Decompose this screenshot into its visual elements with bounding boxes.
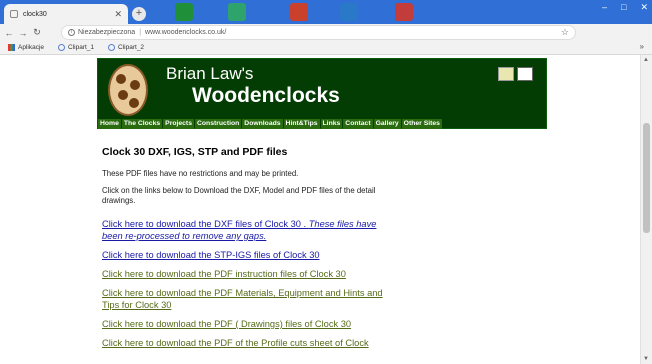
bookmark-clipart-2[interactable]: Clipart_2: [108, 44, 144, 51]
minimize-button[interactable]: –: [602, 2, 607, 13]
nav-home[interactable]: Home: [98, 119, 121, 129]
nav-hints-tips[interactable]: Hint&Tips: [283, 119, 320, 129]
download-pdf-instructions-link[interactable]: Click here to download the PDF instructi…: [102, 268, 392, 280]
maximize-button[interactable]: □: [621, 2, 626, 13]
tab-close-icon[interactable]: ✕: [114, 9, 122, 20]
nav-gallery[interactable]: Gallery: [373, 119, 401, 129]
nav-projects[interactable]: Projects: [163, 119, 194, 129]
info-icon[interactable]: i: [68, 29, 75, 36]
browser-tab[interactable]: clock30 ✕: [4, 4, 128, 24]
reload-icon[interactable]: ↻: [32, 27, 42, 38]
download-stp-igs-link[interactable]: Click here to download the STP-IGS files…: [102, 249, 392, 261]
main-content: Clock 30 DXF, IGS, STP and PDF files The…: [102, 146, 392, 356]
nav-contact[interactable]: Contact: [343, 119, 373, 129]
scroll-down-icon[interactable]: ▼: [643, 356, 649, 362]
tab-title: clock30: [23, 10, 47, 18]
bookmark-icon: [108, 44, 116, 51]
scroll-up-icon[interactable]: ▲: [643, 57, 649, 63]
bookmark-icon: [58, 44, 66, 51]
background-app-icon: [228, 3, 246, 21]
browser-toolbar: ← → ↻ i Niezabezpieczona | www.woodenclo…: [0, 24, 652, 62]
bookmark-star-icon[interactable]: ☆: [561, 27, 569, 38]
url-text[interactable]: www.woodenclocks.co.uk/: [145, 29, 226, 36]
instructions-paragraph: Click on the links below to Download the…: [102, 186, 376, 205]
page-heading: Clock 30 DXF, IGS, STP and PDF files: [102, 146, 288, 158]
nav-links[interactable]: Links: [320, 119, 343, 129]
download-pdf-drawings-link[interactable]: Click here to download the PDF ( Drawing…: [102, 318, 392, 330]
site-nav: Home The Clocks Projects Construction Do…: [98, 119, 443, 129]
nav-the-clocks[interactable]: The Clocks: [121, 119, 163, 129]
forward-icon[interactable]: →: [18, 28, 28, 38]
site-banner: Brian Law's Woodenclocks Home The Clocks…: [97, 58, 547, 129]
page-viewport: Brian Law's Woodenclocks Home The Clocks…: [0, 55, 640, 364]
nav-construction[interactable]: Construction: [194, 119, 242, 129]
close-window-button[interactable]: ✕: [640, 2, 648, 13]
vertical-scrollbar[interactable]: ▲ ▼: [640, 55, 652, 364]
background-app-icon: [290, 3, 308, 21]
bookmark-clipart-1[interactable]: Clipart_1: [58, 44, 94, 51]
security-label: Niezabezpieczona: [78, 29, 136, 36]
bookmarks-bar: Aplikacje Clipart_1 Clipart_2 »: [0, 41, 652, 55]
nav-other-sites[interactable]: Other Sites: [401, 119, 442, 129]
wooden-clock-logo: [108, 64, 148, 116]
page-favicon-icon: [10, 10, 18, 18]
site-brand-line1: Brian Law's: [166, 64, 254, 83]
background-app-icon: [395, 3, 413, 21]
print-icon[interactable]: [517, 67, 533, 81]
nav-downloads[interactable]: Downloads: [242, 119, 283, 129]
bookmarks-overflow-icon[interactable]: »: [640, 42, 644, 51]
back-icon[interactable]: ←: [4, 28, 14, 38]
email-icon[interactable]: [498, 67, 514, 81]
address-bar[interactable]: i Niezabezpieczona | www.woodenclocks.co…: [61, 25, 576, 40]
bookmark-apps[interactable]: Aplikacje: [8, 44, 44, 51]
browser-titlebar: clock30 ✕ + – □ ✕: [0, 0, 652, 24]
download-pdf-profile-link[interactable]: Click here to download the PDF of the Pr…: [102, 337, 392, 349]
download-pdf-materials-link[interactable]: Click here to download the PDF Materials…: [102, 287, 392, 311]
background-app-icon: [175, 3, 193, 21]
apps-grid-icon: [8, 44, 15, 51]
background-app-icon: [340, 3, 358, 21]
download-dxf-link[interactable]: Click here to download the DXF files of …: [102, 218, 392, 242]
site-brand-title: Woodenclocks: [192, 84, 340, 107]
scrollbar-thumb[interactable]: [643, 123, 650, 233]
new-tab-button[interactable]: +: [132, 7, 146, 21]
intro-paragraph: These PDF files have no restrictions and…: [102, 169, 299, 178]
